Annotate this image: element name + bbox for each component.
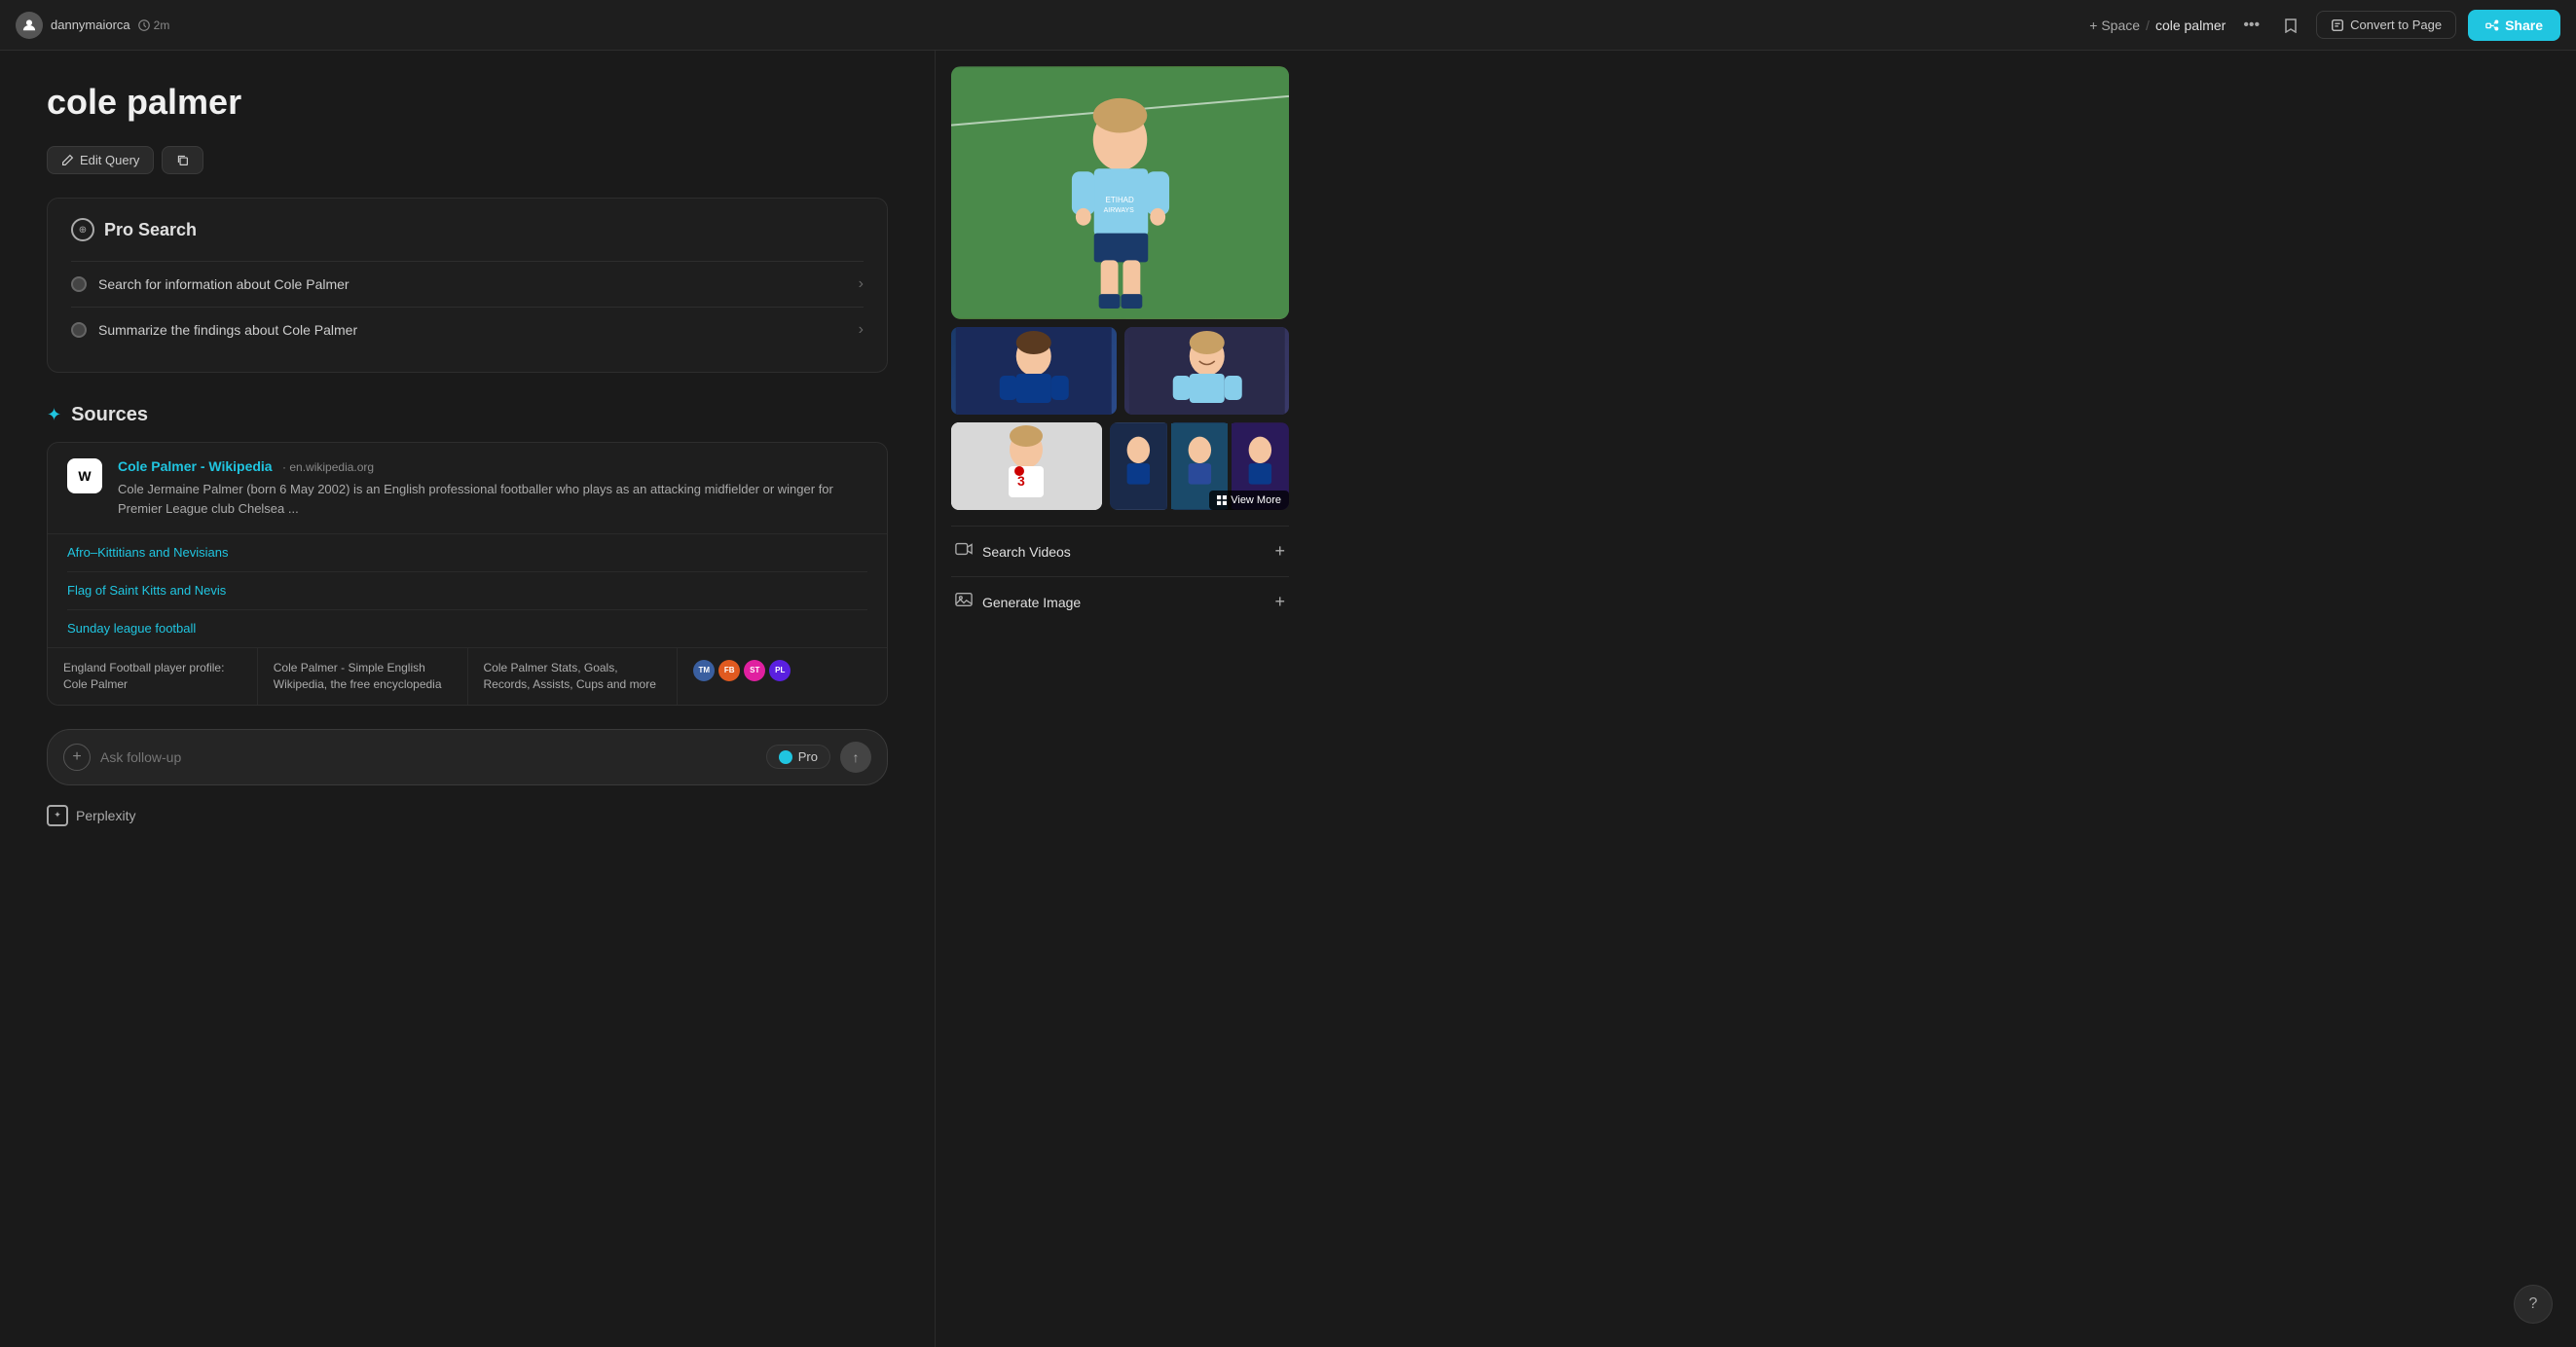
perplexity-brand: Perplexity [76,808,135,823]
image-icon [955,591,973,613]
perplexity-logo-icon: ✦ [47,805,68,826]
query-actions: Edit Query [47,146,888,174]
source-domain: · en.wikipedia.org [282,460,374,474]
username: dannymaiorca [51,18,130,32]
followup-bar: + Pro ↑ [47,729,888,785]
breadcrumb: + Space / cole palmer [2089,18,2226,33]
source-card-1[interactable]: England Football player profile: Cole Pa… [48,648,258,705]
generate-image-label: Generate Image [982,595,1081,610]
convert-to-page-button[interactable]: Convert to Page [2316,11,2456,39]
main-source-item: W Cole Palmer - Wikipedia · en.wikipedia… [48,443,887,534]
search-videos-plus-icon: + [1274,541,1285,562]
icon-tm: TM [693,660,715,681]
pro-label: Pro [798,749,818,764]
wikipedia-favicon: W [67,458,102,493]
source-card-4: TM FB ST PL [678,648,887,705]
left-content: cole palmer Edit Query ⊕ Pro Search [0,51,935,1347]
view-more-overlay[interactable]: View More [1209,491,1289,510]
sources-card: W Cole Palmer - Wikipedia · en.wikipedia… [47,442,888,706]
followup-input[interactable] [100,749,756,765]
copy-button[interactable] [162,146,203,174]
wikipedia-link[interactable]: Cole Palmer - Wikipedia [118,458,273,474]
sources-header: ✦ Sources [47,404,888,426]
step-text-1: Search for information about Cole Palmer [98,276,350,292]
bookmark-button[interactable] [2277,12,2304,39]
medium-image-england[interactable]: 3 [951,422,1102,510]
source-header-row: Cole Palmer - Wikipedia · en.wikipedia.o… [118,458,867,476]
small-images-row-1 [951,327,1289,415]
small-image-1[interactable] [951,327,1117,415]
sub-source-item-2: Flag of Saint Kitts and Nevis [67,572,867,610]
svg-text:ETIHAD: ETIHAD [1106,196,1134,204]
pro-search-step-1[interactable]: Search for information about Cole Palmer… [71,261,864,307]
step-dot-2 [71,322,87,338]
sub-source-item-1: Afro–Kittitians and Nevisians [67,534,867,572]
nav-right: ••• Convert to Page Share [2237,10,2560,41]
pro-toggle-dot [779,750,792,764]
sub-sources: Afro–Kittitians and Nevisians Flag of Sa… [48,534,887,647]
main-layout: cole palmer Edit Query ⊕ Pro Search [0,51,2576,1347]
space-link[interactable]: + Space [2089,18,2140,33]
small-images-row-2: 3 [951,422,1289,510]
icon-st: ST [744,660,765,681]
breadcrumb-separator: / [2146,18,2150,33]
followup-add-button[interactable]: + [63,744,91,771]
top-navigation: dannymaiorca 2m + Space / cole palmer ••… [0,0,2576,51]
sub-source-link-2[interactable]: Flag of Saint Kitts and Nevis [67,583,226,598]
edit-query-button[interactable]: Edit Query [47,146,154,174]
sub-source-link-3[interactable]: Sunday league football [67,621,196,636]
source-description: Cole Jermaine Palmer (born 6 May 2002) i… [118,480,867,518]
step-dot-1 [71,276,87,292]
pro-search-title: Pro Search [104,220,197,240]
source-card-icons: TM FB ST PL [693,660,871,681]
generate-image-left: Generate Image [955,591,1081,613]
generate-image-row[interactable]: Generate Image + [951,576,1289,627]
sources-title: Sources [71,404,148,426]
thumb-image-1[interactable] [1110,422,1167,510]
help-button[interactable]: ? [2514,1285,2553,1324]
chevron-down-icon-1: › [859,275,864,293]
sources-star-icon: ✦ [47,405,61,425]
right-panel: ETIHAD AIRWAYS [935,51,1305,1347]
small-image-2[interactable] [1124,327,1290,415]
pro-search-step-2[interactable]: Summarize the findings about Cole Palmer… [71,307,864,352]
page-heading: cole palmer [47,82,888,123]
step-left-2: Summarize the findings about Cole Palmer [71,322,357,338]
medium-image-group: View More [1110,422,1289,510]
source-card-3[interactable]: Cole Palmer Stats, Goals, Records, Assis… [468,648,679,705]
svg-text:AIRWAYS: AIRWAYS [1104,207,1134,214]
source-info: Cole Palmer - Wikipedia · en.wikipedia.o… [118,458,867,518]
share-button[interactable]: Share [2468,10,2560,41]
step-left-1: Search for information about Cole Palmer [71,276,350,292]
search-videos-left: Search Videos [955,540,1071,563]
send-button[interactable]: ↑ [840,742,871,773]
step-text-2: Summarize the findings about Cole Palmer [98,322,357,338]
sub-source-item-3: Sunday league football [67,610,867,647]
current-page-title: cole palmer [2155,18,2226,33]
video-icon [955,540,973,563]
icon-pl: PL [769,660,791,681]
search-videos-row[interactable]: Search Videos + [951,526,1289,576]
perplexity-footer: ✦ Perplexity [47,797,888,826]
source-cards-row: England Football player profile: Cole Pa… [48,647,887,705]
pro-search-icon: ⊕ [71,218,94,241]
sources-section: ✦ Sources W Cole Palmer - Wikipedia · en… [47,404,888,706]
sub-source-link-1[interactable]: Afro–Kittitians and Nevisians [67,545,228,560]
avatar [16,12,43,39]
icon-fb: FB [718,660,740,681]
main-player-image: ETIHAD AIRWAYS [951,66,1289,319]
pro-search-box: ⊕ Pro Search Search for information abou… [47,198,888,373]
time-indicator: 2m [138,18,170,32]
generate-image-plus-icon: + [1274,592,1285,612]
nav-left: dannymaiorca 2m [16,12,2078,39]
search-videos-label: Search Videos [982,544,1071,560]
chevron-down-icon-2: › [859,321,864,339]
pro-search-header: ⊕ Pro Search [71,218,864,241]
source-card-2[interactable]: Cole Palmer - Simple English Wikipedia, … [258,648,468,705]
pro-toggle[interactable]: Pro [766,745,830,769]
more-options-button[interactable]: ••• [2237,11,2265,40]
